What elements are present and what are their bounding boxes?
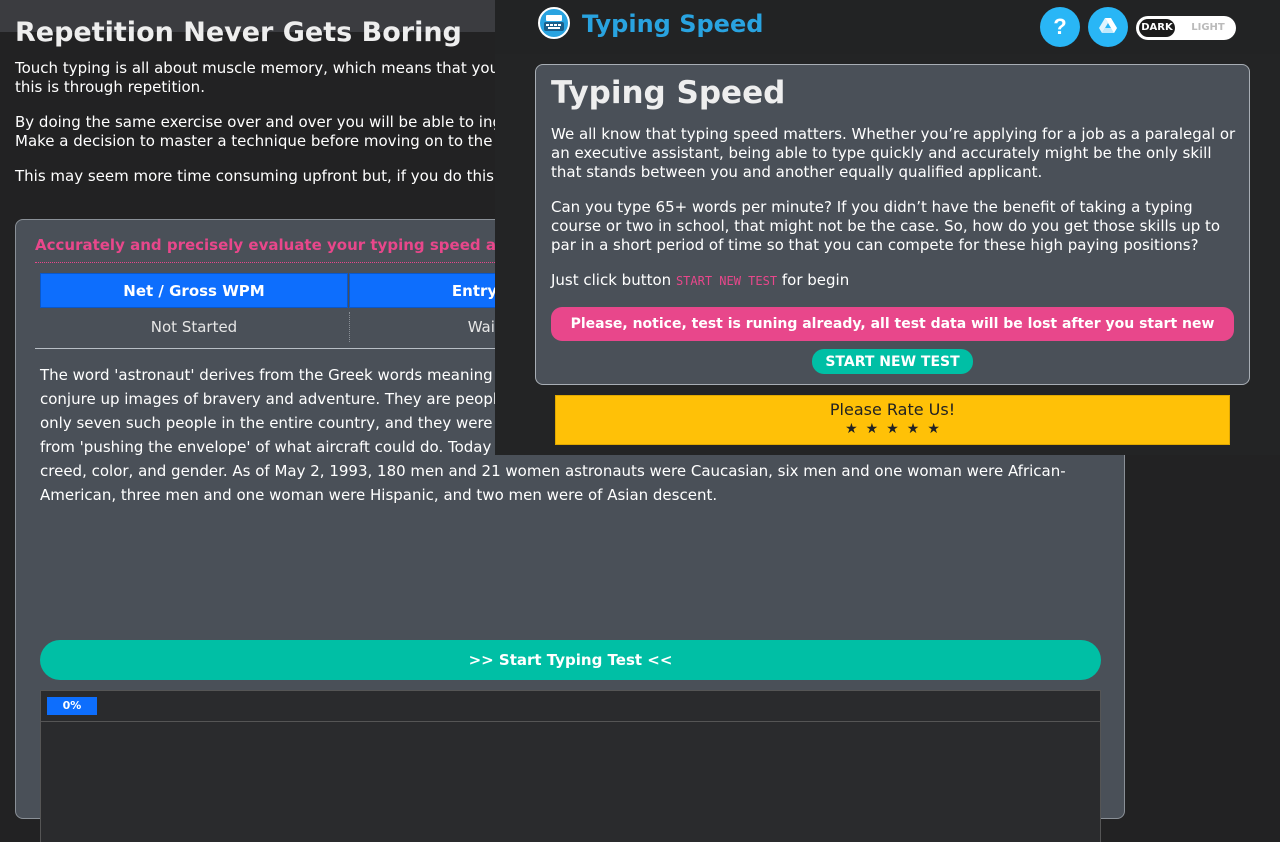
typing-input-area[interactable] <box>40 722 1101 842</box>
info-paragraph-1: We all know that typing speed matters. W… <box>551 125 1236 181</box>
instruction-text: Just click button START NEW TEST for beg… <box>551 271 1241 291</box>
theme-light-option[interactable]: LIGHT <box>1188 19 1228 37</box>
theme-toggle[interactable]: DARK LIGHT <box>1136 16 1236 40</box>
help-button[interactable]: ? <box>1040 7 1080 47</box>
theme-dark-option[interactable]: DARK <box>1139 19 1175 37</box>
extension-popup: Typing Speed ? DARK LIGHT Typing Speed W… <box>495 0 1280 455</box>
rate-us-label[interactable]: Please Rate Us! <box>556 400 1229 420</box>
instruction-prefix: Just click button <box>551 271 672 289</box>
start-new-test-button[interactable]: START NEW TEST <box>812 349 973 374</box>
instruction-keyword: START NEW TEST <box>675 274 778 288</box>
popup-header: Typing Speed ? DARK LIGHT <box>495 0 1280 54</box>
google-drive-button[interactable] <box>1088 7 1128 47</box>
column-header-wpm: Net / Gross WPM <box>40 273 348 308</box>
instruction-suffix: for begin <box>781 271 850 289</box>
progress-bar: 0% <box>40 690 1101 722</box>
info-paragraph-2: Can you type 65+ words per minute? If yo… <box>551 198 1221 254</box>
app-title: Typing Speed <box>582 10 764 38</box>
card-title: Typing Speed <box>551 75 786 111</box>
rating-stars[interactable]: ★★★★★ <box>556 420 1229 438</box>
keyboard-logo-icon <box>538 7 570 39</box>
running-test-notice: Please, notice, test is runing already, … <box>551 307 1234 366</box>
page-heading: Repetition Never Gets Boring <box>15 17 462 48</box>
rate-us-box[interactable]: Please Rate Us! ★★★★★ <box>555 395 1230 445</box>
wpm-value: Not Started <box>150 318 238 336</box>
start-typing-test-button[interactable]: >> Start Typing Test << <box>40 640 1101 680</box>
info-card: Typing Speed We all know that typing spe… <box>535 64 1250 385</box>
progress-fill: 0% <box>47 697 97 715</box>
google-drive-icon <box>1099 18 1117 33</box>
